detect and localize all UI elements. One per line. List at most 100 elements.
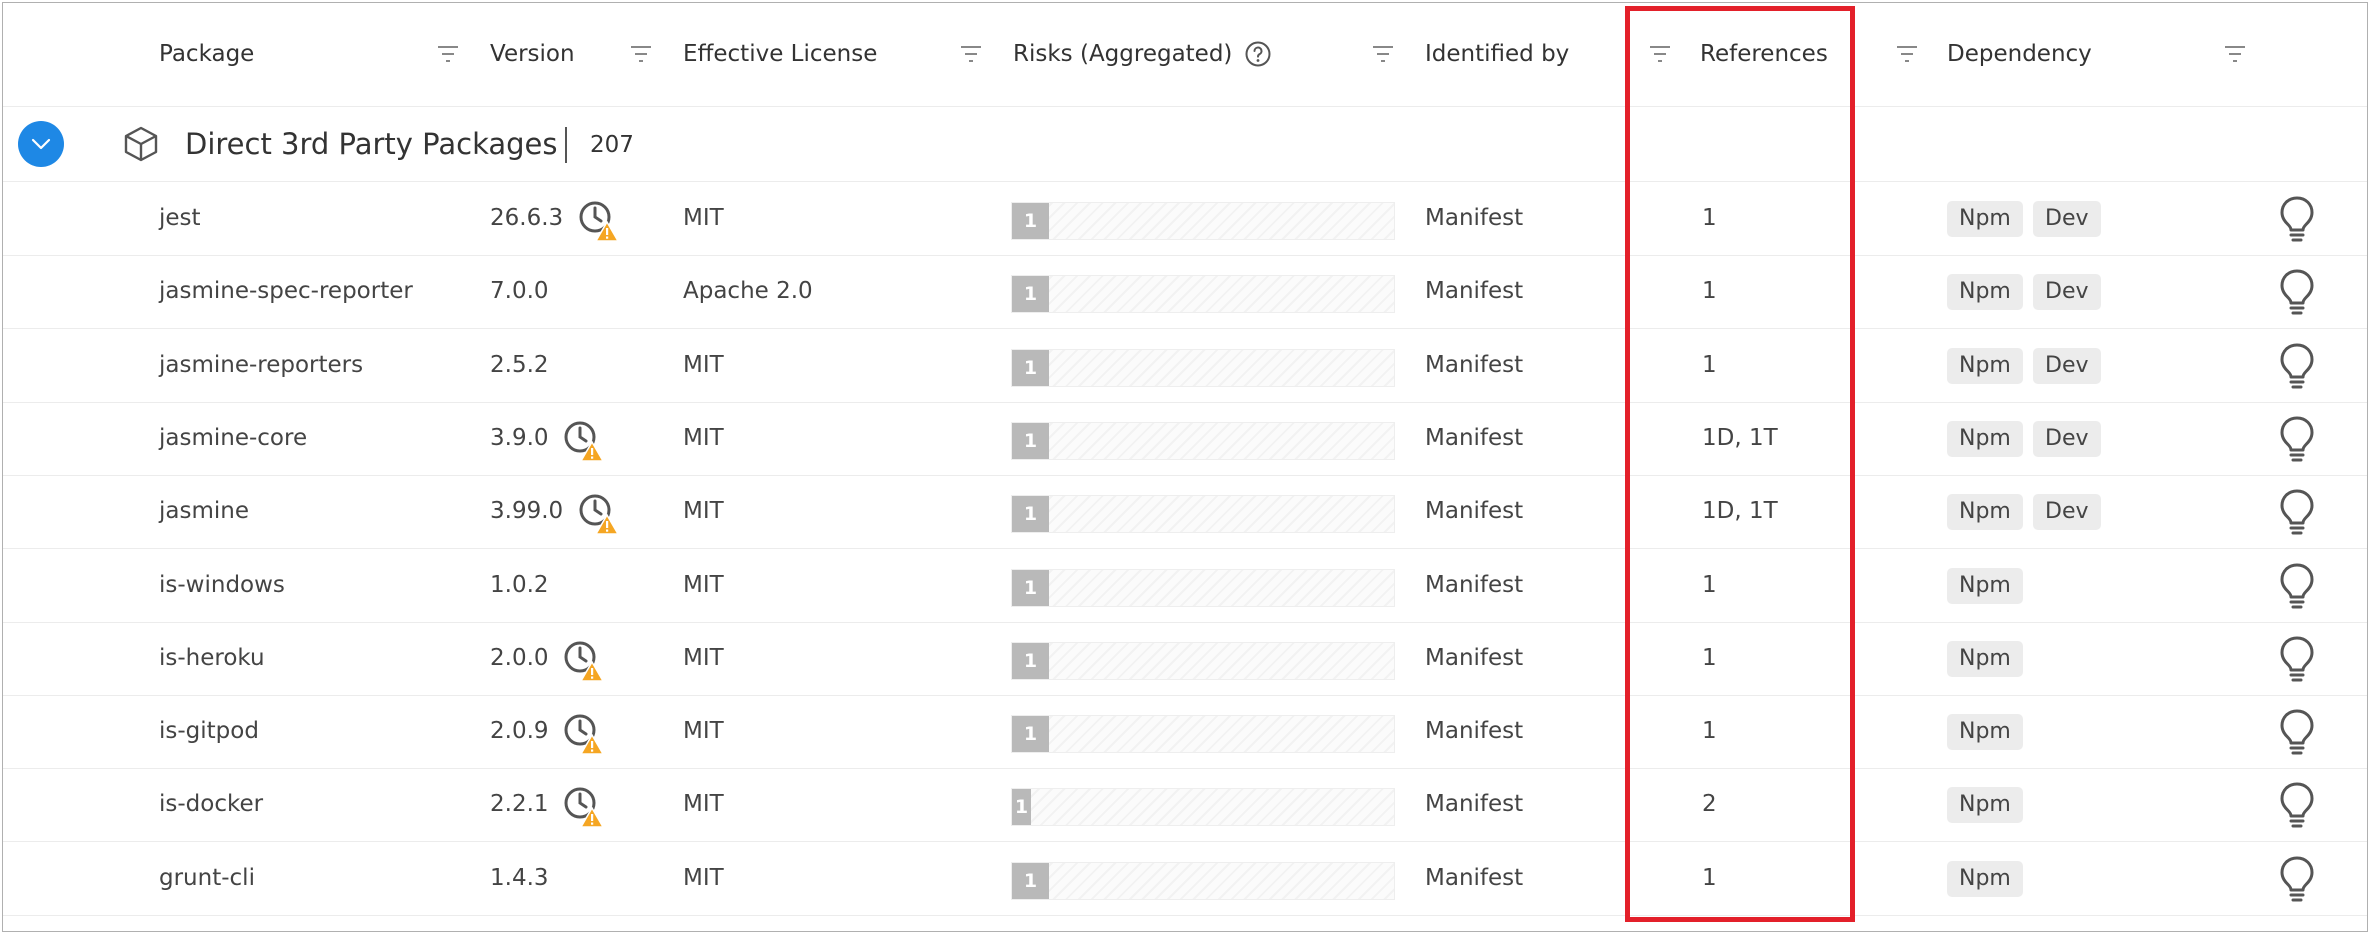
risk-bar[interactable]: 1 [1011, 348, 1395, 387]
risk-bar[interactable]: 1 [1011, 861, 1395, 900]
risk-count: 1 [1012, 349, 1049, 386]
dependency-tag-npm: Npm [1947, 787, 2023, 824]
filter-icon[interactable] [959, 43, 983, 65]
package-name: is-windows [159, 571, 285, 598]
lightbulb-icon[interactable] [2279, 415, 2315, 463]
column-header-risks[interactable]: Risks (Aggregated) [1013, 37, 1272, 71]
table-row[interactable]: is-heroku 2.0.0 MIT 1 Manifest 1 Npm [3, 622, 2367, 696]
filter-icon[interactable] [436, 43, 460, 65]
lightbulb-icon[interactable] [2279, 488, 2315, 536]
packages-table: Package Version Effective License Risks (Ag… [2, 2, 2368, 932]
column-header-references[interactable]: References [1700, 37, 1828, 71]
references-value: 1D, 1T [1702, 498, 1778, 525]
package-version: 2.5.2 [490, 351, 549, 378]
table-header: Package Version Effective License Risks (Ag… [3, 3, 2367, 107]
lightbulb-icon[interactable] [2279, 708, 2315, 756]
dependency-tag-npm: Npm [1947, 420, 2023, 457]
risk-bar[interactable]: 1 [1011, 788, 1395, 827]
clock-warning-icon[interactable] [563, 640, 605, 682]
package-version: 2.0.9 [490, 718, 549, 745]
filter-icon[interactable] [1895, 43, 1919, 65]
group-divider [565, 127, 567, 163]
dependency-tag-dev: Dev [2033, 201, 2101, 237]
risk-bar[interactable]: 1 [1011, 275, 1395, 314]
risk-bar[interactable]: 1 [1011, 495, 1395, 534]
package-name: jasmine [159, 498, 249, 525]
column-header-label: Version [490, 41, 575, 67]
clock-warning-icon[interactable] [563, 713, 605, 755]
references-value: 1 [1702, 644, 1717, 671]
column-header-license[interactable]: Effective License [683, 37, 877, 71]
effective-license: MIT [683, 498, 724, 525]
filter-icon[interactable] [2223, 43, 2247, 65]
identified-by: Manifest [1425, 424, 1524, 451]
identified-by: Manifest [1425, 718, 1524, 745]
column-header-label: Dependency [1947, 41, 2092, 67]
filter-icon[interactable] [1371, 43, 1395, 65]
table-row[interactable]: jasmine-spec-reporter 7.0.0 Apache 2.0 1 Man… [3, 255, 2367, 330]
risk-bar[interactable]: 1 [1011, 202, 1395, 240]
table-row[interactable]: grunt-cli 1.4.3 MIT 1 Manifest 1 Npm [3, 842, 2367, 916]
table-row[interactable]: jasmine-core 3.9.0 MIT 1 Manifest 1D, 1T Npm De… [3, 402, 2367, 476]
risk-count: 1 [1012, 642, 1049, 679]
table-row[interactable]: is-windows 1.0.2 MIT 1 Manifest 1 Npm [3, 549, 2367, 623]
lightbulb-icon[interactable] [2279, 562, 2315, 610]
lightbulb-icon[interactable] [2279, 635, 2315, 683]
references-value: 1 [1702, 205, 1717, 231]
lightbulb-icon[interactable] [2279, 268, 2315, 316]
table-row[interactable]: jasmine-reporters 2.5.2 MIT 1 Manifest 1 Npm De… [3, 329, 2367, 403]
package-name: jest [159, 205, 201, 231]
question-circle-icon[interactable] [1244, 40, 1272, 68]
risk-count: 1 [1012, 862, 1049, 899]
risk-count: 1 [1012, 203, 1049, 239]
column-header-identified[interactable]: Identified by [1425, 37, 1569, 71]
column-header-dependency[interactable]: Dependency [1947, 37, 2092, 71]
table-row[interactable]: jasmine 3.99.0 MIT 1 Manifest 1D, 1T Npm Dev [3, 475, 2367, 550]
dependency-tag-npm: Npm [1947, 860, 2023, 897]
lightbulb-icon[interactable] [2279, 195, 2315, 243]
table-row[interactable]: jest 26.6.3 MIT 1 Manifest 1 Npm Dev [3, 182, 2367, 256]
column-header-label: Package [159, 41, 255, 67]
identified-by: Manifest [1425, 205, 1524, 231]
clock-warning-icon[interactable] [563, 420, 605, 462]
package-name: is-gitpod [159, 718, 259, 745]
effective-license: MIT [683, 718, 724, 745]
filter-icon[interactable] [629, 43, 653, 65]
risk-count: 1 [1012, 276, 1049, 313]
column-header-package[interactable]: Package [159, 37, 254, 71]
column-header-version[interactable]: Version [490, 37, 575, 71]
risk-bar[interactable]: 1 [1011, 715, 1395, 754]
risk-bar[interactable]: 1 [1011, 568, 1395, 607]
references-value: 1 [1702, 864, 1717, 891]
column-header-label: Effective License [683, 41, 878, 67]
package-name: grunt-cli [159, 864, 255, 891]
effective-license: MIT [683, 864, 724, 891]
package-version: 3.9.0 [490, 424, 549, 451]
column-header-label: Identified by [1425, 41, 1570, 67]
lightbulb-icon[interactable] [2279, 855, 2315, 903]
risk-count: 1 [1012, 496, 1049, 533]
dependency-tag-dev: Dev [2033, 494, 2101, 531]
lightbulb-icon[interactable] [2279, 342, 2315, 390]
lightbulb-icon[interactable] [2279, 781, 2315, 829]
references-value: 1 [1702, 718, 1717, 745]
dependency-tag-dev: Dev [2033, 420, 2101, 457]
package-version: 7.0.0 [490, 278, 549, 305]
clock-warning-icon[interactable] [563, 786, 605, 829]
clock-warning-icon[interactable] [578, 493, 620, 535]
references-value: 1 [1702, 278, 1717, 305]
dependency-tag-npm: Npm [1947, 640, 2023, 677]
package-name: is-docker [159, 791, 264, 818]
risk-bar[interactable]: 1 [1011, 641, 1395, 680]
references-value: 1 [1702, 351, 1717, 378]
clock-warning-icon[interactable] [578, 200, 620, 242]
dependency-tag-npm: Npm [1947, 494, 2023, 531]
table-row[interactable]: is-gitpod 2.0.9 MIT 1 Manifest 1 Npm [3, 695, 2367, 770]
effective-license: MIT [683, 571, 724, 598]
risk-bar[interactable]: 1 [1011, 421, 1395, 460]
filter-icon[interactable] [1648, 43, 1672, 65]
group-expand-button[interactable] [18, 121, 64, 167]
table-row[interactable]: is-docker 2.2.1 MIT 1 Manifest 2 Npm [3, 768, 2367, 843]
references-value: 2 [1702, 791, 1717, 818]
effective-license: MIT [683, 424, 724, 451]
